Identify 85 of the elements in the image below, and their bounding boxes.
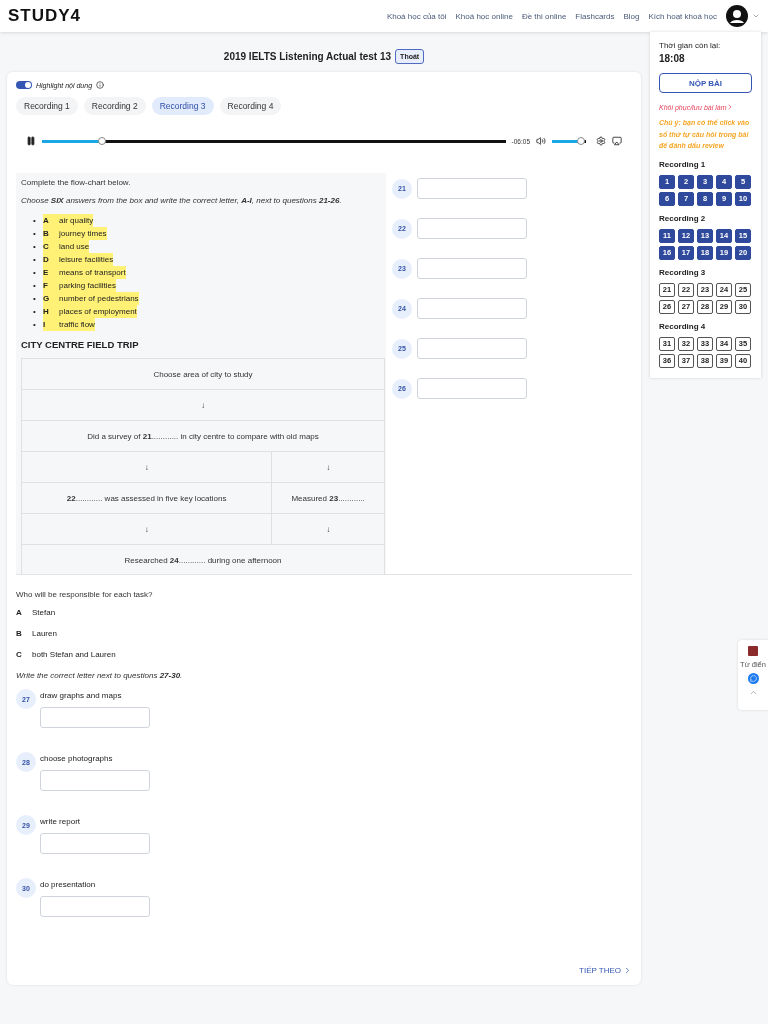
- flowchart-text: ↓: [201, 400, 205, 410]
- recording-tab[interactable]: Recording 2: [83, 97, 146, 115]
- answer-field[interactable]: [417, 338, 527, 359]
- answer-field[interactable]: [40, 770, 150, 791]
- bullet: •: [33, 319, 37, 331]
- chevron-right-icon: [623, 966, 632, 975]
- answer-field[interactable]: [417, 258, 527, 279]
- answer-field[interactable]: [40, 707, 150, 728]
- caret-icon[interactable]: [752, 12, 760, 20]
- answer-field[interactable]: [417, 178, 527, 199]
- question-text: choose photographs: [40, 754, 114, 763]
- submit-button[interactable]: NỘP BÀI: [659, 73, 752, 93]
- nav-link[interactable]: Khoá học của tôi: [386, 11, 447, 21]
- volume-icon[interactable]: [536, 136, 546, 146]
- instruction-text: Complete the flow-chart below.: [21, 178, 132, 187]
- answer-field[interactable]: [417, 218, 527, 239]
- flowchart-text: Researched 24............ during one afternoon: [124, 555, 282, 565]
- group-title: Recording 1: [659, 159, 707, 169]
- answer-field[interactable]: [40, 833, 150, 854]
- answer-option: G number of pedestrians: [43, 292, 139, 305]
- bullet: •: [33, 228, 37, 240]
- bullet: •: [33, 215, 37, 227]
- chat-icon[interactable]: [747, 673, 759, 684]
- progress-track[interactable]: [42, 139, 506, 143]
- progress-thumb[interactable]: [98, 136, 107, 145]
- timer: 18:08: [659, 53, 686, 64]
- flowchart-text: Choose area of city to study: [153, 369, 253, 379]
- answer-field[interactable]: [417, 378, 527, 399]
- pause-icon[interactable]: [26, 136, 36, 146]
- nav-link[interactable]: Đề thi online: [521, 11, 567, 21]
- flowchart-text: ↓: [144, 524, 149, 534]
- answer-option: A air quality: [43, 214, 94, 227]
- logo[interactable]: STUDY4: [8, 6, 82, 26]
- answer-option: C both Stefan and Lauren: [16, 650, 632, 659]
- nav-link[interactable]: Flashcards: [575, 11, 615, 21]
- bullet: •: [33, 254, 37, 266]
- flowchart-text: ↓: [326, 462, 331, 472]
- answer-option: A Stefan: [16, 608, 632, 617]
- volume-thumb[interactable]: [576, 136, 585, 145]
- answer-field[interactable]: [40, 896, 150, 917]
- nav-link[interactable]: Kích hoạt khoá học: [648, 11, 717, 21]
- answer-option: H places of employment: [43, 305, 137, 318]
- answer-option: D leisure facilities: [43, 253, 114, 266]
- highlight-toggle[interactable]: [16, 81, 32, 89]
- flowchart-text: ↓: [326, 524, 331, 534]
- answer-option: F parking facilities: [43, 279, 116, 292]
- dictionary-icon[interactable]: [748, 646, 758, 656]
- answer-option: C land use: [43, 240, 90, 253]
- answer-option: B journey times: [43, 227, 107, 240]
- flowchart-text: 22............ was assessed in five key locations: [66, 493, 227, 503]
- bullet: •: [33, 306, 37, 318]
- scroll-up-icon[interactable]: [748, 688, 758, 697]
- info-icon[interactable]: [96, 81, 105, 89]
- recording-tab[interactable]: Recording 4: [219, 97, 282, 115]
- answer-field[interactable]: [417, 298, 527, 319]
- answer-option: E means of transport: [43, 266, 126, 279]
- bullet: •: [33, 280, 37, 292]
- question-text: do presentation: [40, 880, 97, 889]
- section-heading: CITY CENTRE FIELD TRIP: [21, 339, 140, 350]
- question-text: draw graphs and maps: [40, 691, 123, 700]
- nav-link[interactable]: Blog: [623, 11, 640, 21]
- question-text: Who will be responsible for each task?: [16, 590, 154, 599]
- flowchart-text: ↓: [144, 462, 149, 472]
- test-title: 2019 IELTS Listening Actual test 13: [223, 50, 392, 62]
- cast-icon[interactable]: [612, 136, 622, 146]
- avatar-icon[interactable]: [726, 5, 748, 27]
- next-button[interactable]: TIẾP THEO: [579, 966, 632, 975]
- bullet: •: [33, 267, 37, 279]
- bullet: •: [33, 293, 37, 305]
- nav-link[interactable]: Khoá học online: [455, 11, 513, 21]
- settings-icon[interactable]: [596, 136, 606, 146]
- instruction-text: Write the correct letter next to questions 27-30.: [16, 671, 184, 680]
- answer-option: B Lauren: [16, 629, 632, 638]
- recording-tab[interactable]: Recording 1: [16, 97, 78, 115]
- recording-tab[interactable]: Recording 3: [151, 97, 214, 115]
- answer-option: I traffic flow: [43, 318, 95, 331]
- group-title: Recording 3: [659, 267, 707, 277]
- flowchart-text: Measured 23............: [291, 493, 365, 503]
- group-title: Recording 2: [659, 213, 707, 223]
- question-text: write report: [40, 817, 81, 826]
- bullet: •: [33, 241, 37, 253]
- flowchart-text: Did a survey of 21............ in city centre to compare with old maps: [87, 431, 319, 441]
- group-title: Recording 4: [659, 321, 707, 331]
- timer-label: Thời gian còn lại:: [659, 41, 722, 50]
- instruction-text: Choose SIX answers from the box and write the correct letter, A-I, next to questions 21-26.: [21, 196, 343, 205]
